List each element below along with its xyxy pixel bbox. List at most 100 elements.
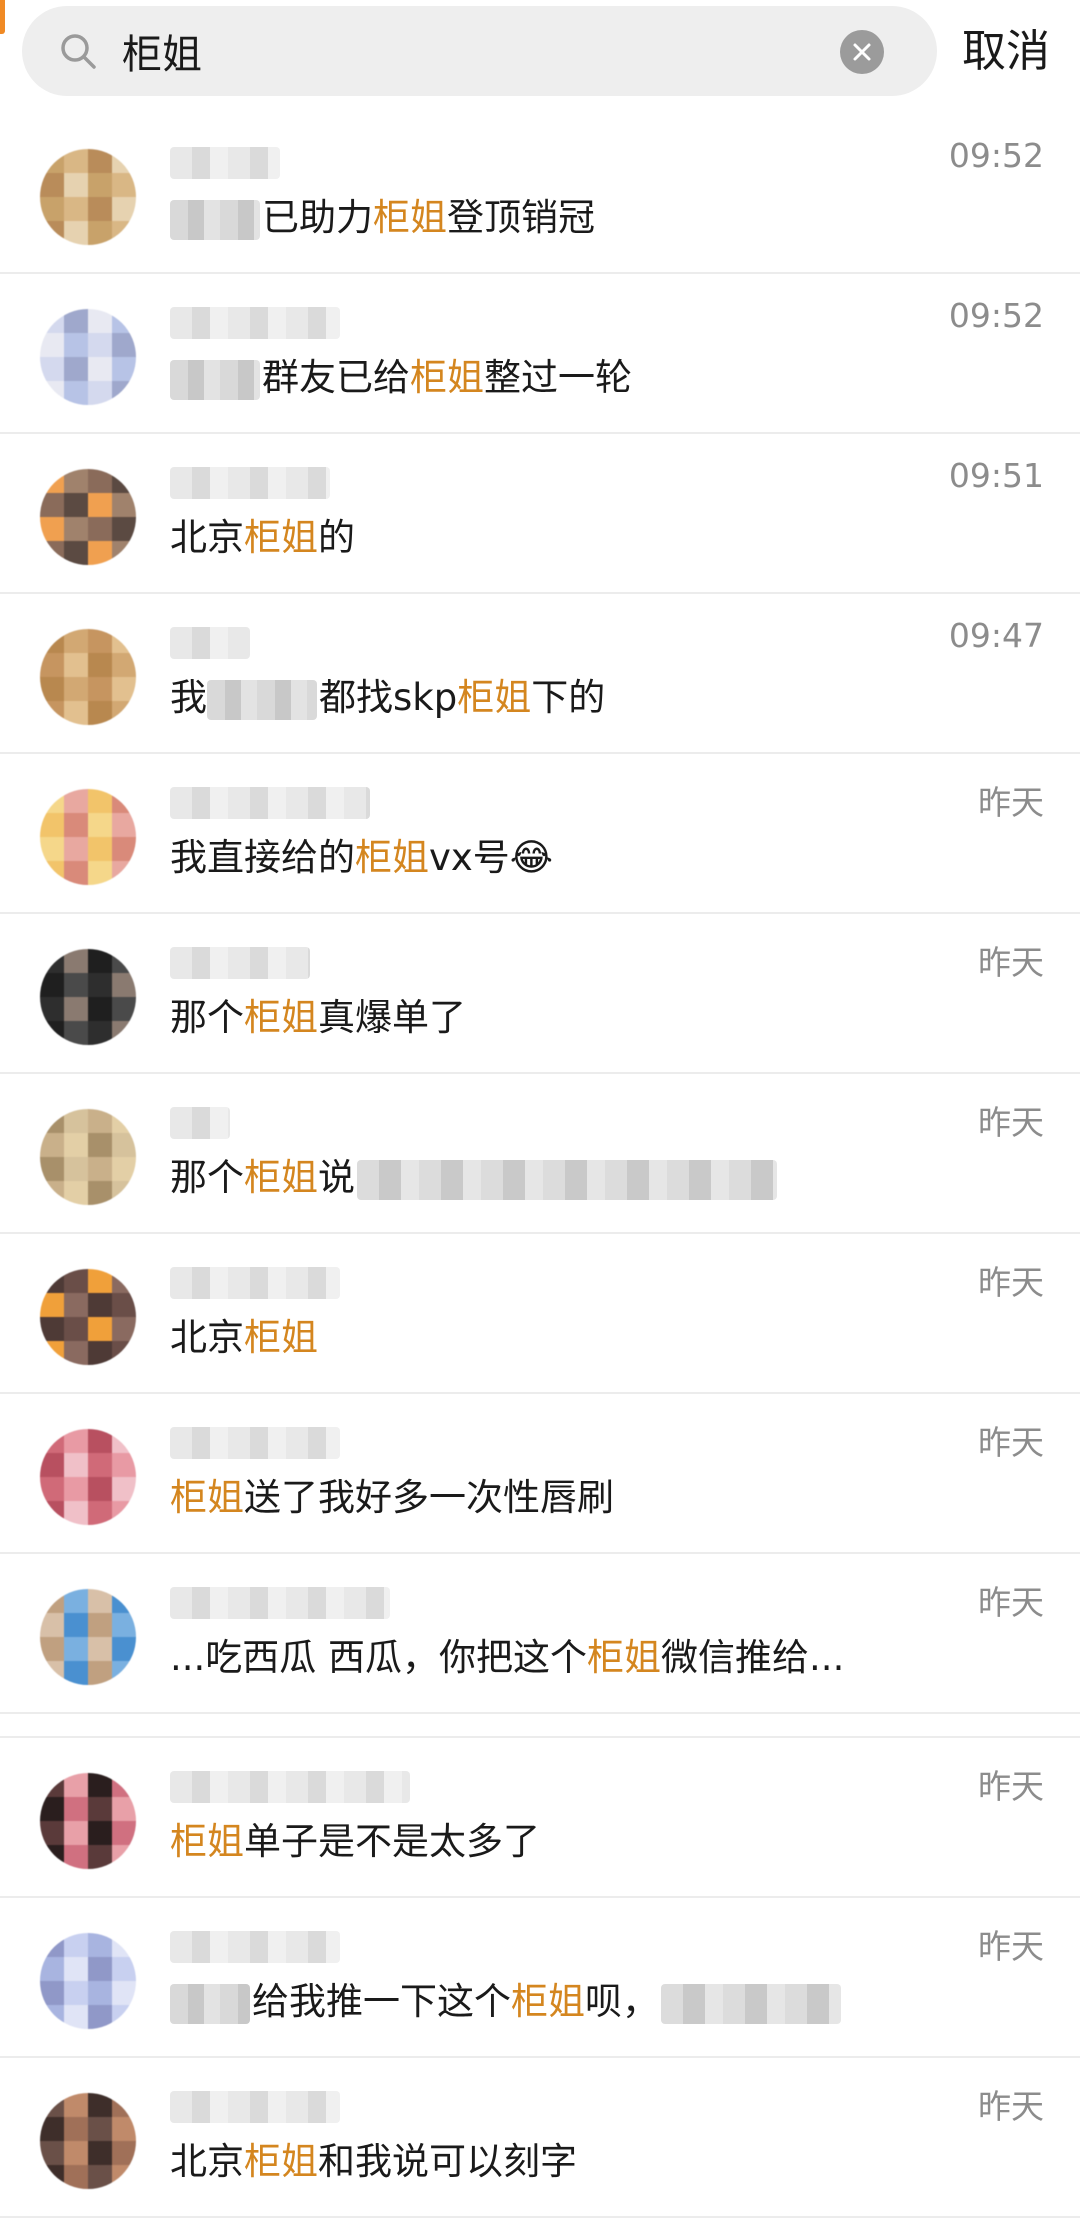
snippet-text: 单子是不是太多了	[244, 1820, 540, 1863]
keyword-highlight: 柜姐	[244, 1156, 318, 1199]
sender-name-blurred	[170, 1771, 410, 1803]
keyword-highlight: 柜姐	[244, 2140, 318, 2183]
redacted-text	[357, 1159, 777, 1200]
avatar	[40, 1933, 136, 2029]
snippet-text: 整过一轮	[484, 356, 632, 399]
message-time: 昨天	[978, 1263, 1044, 1302]
message-snippet: 柜姐送了我好多一次性唇刷	[170, 1472, 614, 1524]
sender-name-blurred	[170, 1267, 340, 1299]
message-snippet: 柜姐单子是不是太多了	[170, 1816, 540, 1868]
sender-name-blurred	[170, 2091, 340, 2123]
list-item[interactable]: 昨天柜姐单子是不是太多了	[0, 1738, 1080, 1898]
message-snippet: 北京柜姐和我说可以刻字	[170, 2136, 577, 2188]
snippet-text: 送了我好多一次性唇刷	[244, 1476, 614, 1519]
search-box[interactable]	[22, 6, 937, 96]
message-snippet: 北京柜姐的	[170, 512, 355, 564]
list-item[interactable]: 昨天 那个柜姐真爆单了	[0, 914, 1080, 1074]
avatar	[40, 629, 136, 725]
keyword-highlight: 柜姐	[170, 1476, 244, 1519]
snippet-text: 下的	[531, 676, 606, 719]
snippet-text: 已助力	[262, 196, 373, 239]
avatar	[40, 1773, 136, 1869]
keyword-highlight: 柜姐	[373, 196, 447, 239]
clear-search-button[interactable]	[840, 30, 884, 74]
list-item[interactable]: 09:52 已助力柜姐登顶销冠	[0, 114, 1080, 274]
message-time: 昨天	[978, 1583, 1044, 1622]
list-item[interactable]: 昨天 ...吃西瓜 西瓜，你把这个柜姐微信推给...	[0, 1554, 1080, 1714]
snippet-text: 给我推一下这个	[252, 1980, 511, 2023]
keyword-highlight: 柜姐	[244, 516, 318, 559]
avatar	[40, 149, 136, 245]
message-time: 昨天	[978, 943, 1044, 982]
list-item[interactable]: 昨天我直接给的柜姐vx号😂	[0, 754, 1080, 914]
keyword-highlight: 柜姐	[410, 356, 484, 399]
redacted-text	[661, 1983, 841, 2024]
avatar	[40, 1109, 136, 1205]
sender-name-blurred	[170, 1587, 390, 1619]
keyword-highlight: 柜姐	[244, 1316, 318, 1359]
message-time: 09:47	[948, 616, 1044, 655]
message-time: 09:52	[948, 296, 1044, 335]
keyword-highlight: 柜姐	[170, 1820, 244, 1863]
list-item[interactable]: 09:51 北京柜姐的	[0, 434, 1080, 594]
snippet-text: 那个	[170, 1156, 244, 1199]
sender-name-blurred	[170, 1427, 340, 1459]
snippet-text: 群友已给	[262, 356, 410, 399]
message-snippet: 我直接给的柜姐vx号😂	[170, 832, 553, 884]
message-snippet: 我 都找skp柜姐下的	[170, 672, 605, 724]
snippet-text: 我	[170, 676, 207, 719]
sender-name-blurred	[170, 627, 250, 659]
list-item[interactable]: 昨天北京柜姐	[0, 1234, 1080, 1394]
search-input[interactable]	[122, 20, 842, 82]
list-item[interactable]: 09:47 我 都找skp柜姐下的	[0, 594, 1080, 754]
avatar	[40, 2093, 136, 2189]
sender-name-blurred	[170, 1107, 230, 1139]
list-item[interactable]: 09:52 群友已给柜姐整过一轮	[0, 274, 1080, 434]
list-item[interactable]: 昨天那个柜姐说	[0, 1074, 1080, 1234]
message-time: 昨天	[978, 783, 1044, 822]
snippet-text: 登顶销冠	[447, 196, 595, 239]
message-time: 昨天	[978, 1103, 1044, 1142]
search-results-list: 09:52 已助力柜姐登顶销冠 09:52 群友已给柜姐整过一轮 09:51 北京柜姐的 0…	[0, 114, 1080, 2218]
avatar	[40, 1429, 136, 1525]
search-header: 取消	[0, 0, 1080, 114]
keyword-highlight: 柜姐	[244, 996, 318, 1039]
keyword-highlight: 柜姐	[457, 676, 532, 719]
snippet-text: 的	[318, 516, 355, 559]
sender-name-blurred	[170, 1931, 340, 1963]
snippet-text: 和我说可以刻字	[318, 2140, 577, 2183]
close-icon	[853, 43, 871, 61]
message-time: 昨天	[978, 1423, 1044, 1462]
message-snippet: 北京柜姐	[170, 1312, 318, 1364]
snippet-text: 北京	[170, 516, 244, 559]
avatar	[40, 309, 136, 405]
sender-name-blurred	[170, 787, 370, 819]
list-item[interactable]: 昨天柜姐送了我好多一次性唇刷	[0, 1394, 1080, 1554]
sender-name-blurred	[170, 147, 280, 179]
avatar	[40, 1269, 136, 1365]
message-time: 09:51	[948, 456, 1044, 495]
status-accent-strip	[0, 0, 5, 34]
cancel-button[interactable]: 取消	[962, 22, 1062, 82]
list-item[interactable]: 昨天北京柜姐和我说可以刻字	[0, 2058, 1080, 2218]
avatar	[40, 789, 136, 885]
avatar	[40, 949, 136, 1045]
avatar	[40, 469, 136, 565]
snippet-text: vx号😂	[429, 836, 554, 879]
message-snippet: 那个柜姐说	[170, 1152, 777, 1204]
sender-name-blurred	[170, 467, 330, 499]
message-snippet: 给我推一下这个柜姐呗，	[170, 1976, 841, 2028]
list-item[interactable]: 昨天 给我推一下这个柜姐呗，	[0, 1898, 1080, 2058]
snippet-text: 北京	[170, 1316, 244, 1359]
sender-name-blurred	[170, 947, 310, 979]
message-snippet: ...吃西瓜 西瓜，你把这个柜姐微信推给...	[170, 1632, 844, 1684]
sender-name-blurred	[170, 307, 340, 339]
snippet-text: 呗，	[585, 1980, 659, 2023]
snippet-text: 真爆单了	[318, 996, 466, 1039]
search-icon	[58, 31, 98, 71]
redacted-text	[170, 359, 260, 400]
message-time: 昨天	[978, 1767, 1044, 1806]
snippet-text: 都找skp	[319, 676, 458, 719]
message-time: 昨天	[978, 2087, 1044, 2126]
message-time: 09:52	[948, 136, 1044, 175]
